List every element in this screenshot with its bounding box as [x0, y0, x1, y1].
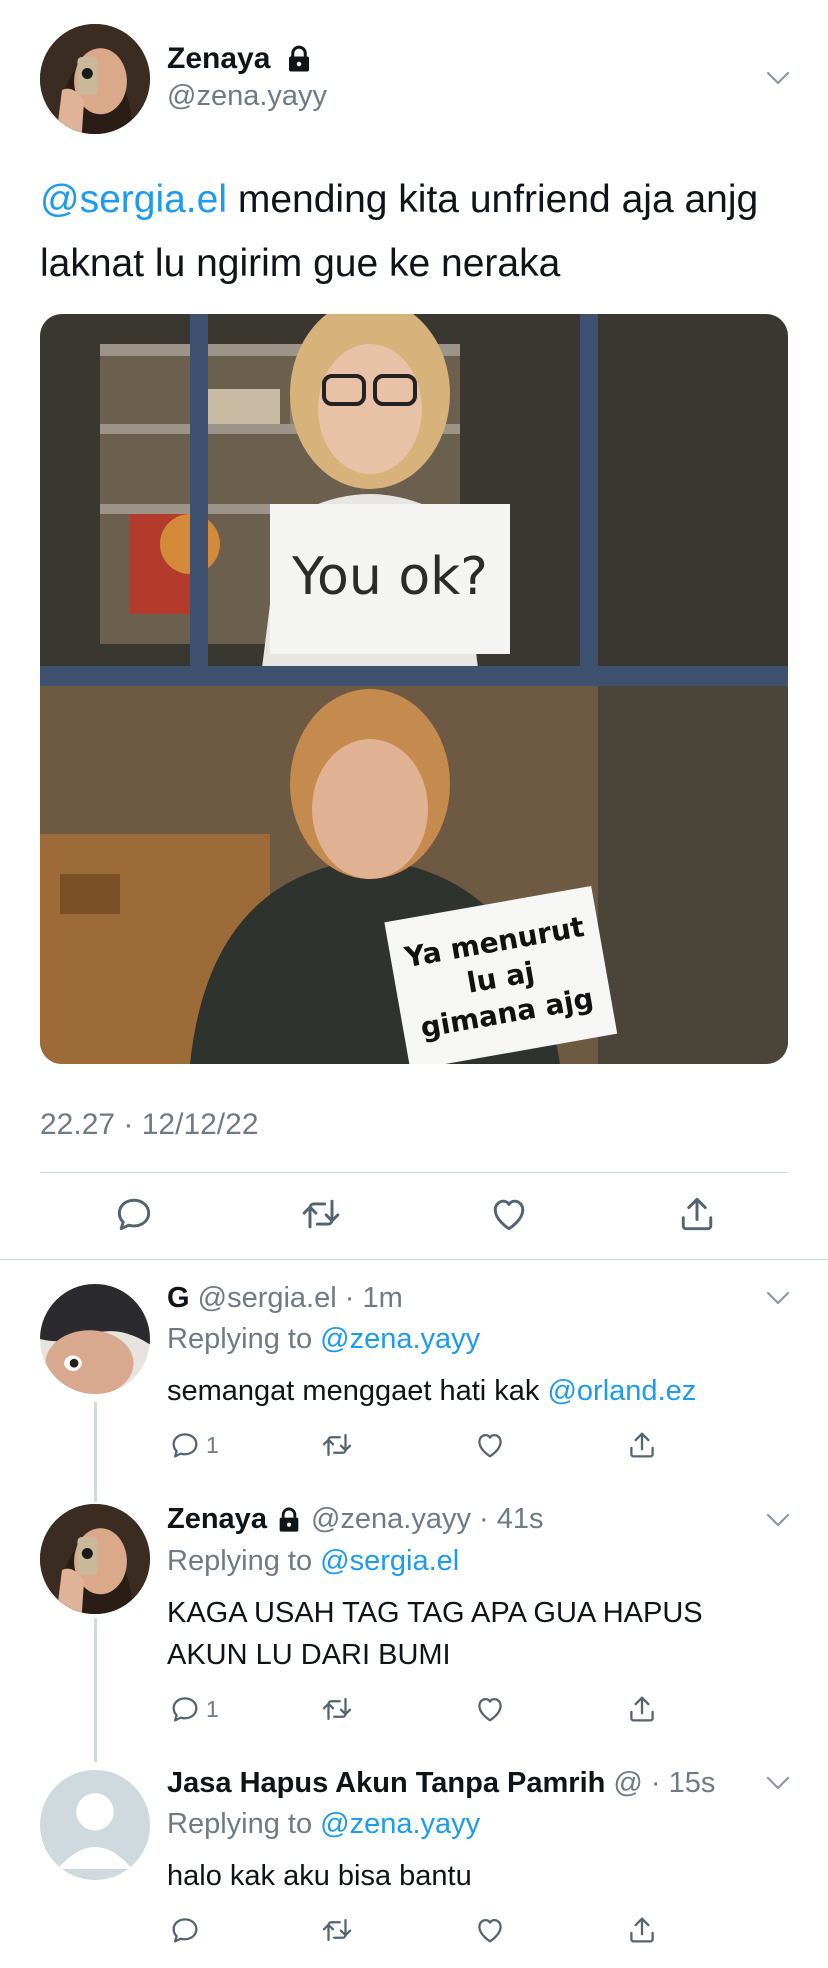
replying-to-link[interactable]: @zena.yayy: [320, 1808, 480, 1840]
reply-text: halo kak aku bisa bantu: [167, 1860, 472, 1892]
reply-text: KAGA USAH TAG TAG APA GUA HAPUS AKUN LU …: [167, 1597, 703, 1671]
like-icon[interactable]: [473, 1913, 507, 1947]
reply-author-handle[interactable]: @: [613, 1767, 642, 1799]
reply-time: · 41s: [470, 1503, 544, 1535]
reply-avatar[interactable]: [40, 1504, 150, 1614]
reply-count: 1: [206, 1431, 219, 1458]
lock-icon: [284, 44, 314, 74]
reply-meta: Zenaya @zena.yayy · 41s: [167, 1503, 544, 1536]
reply-text: semangat menggaet hati kak @orland.ez: [167, 1375, 697, 1407]
reply-author-handle[interactable]: @zena.yayy: [311, 1503, 471, 1535]
thread-line: [94, 1618, 97, 1762]
chevron-down-icon[interactable]: [765, 1775, 791, 1791]
reply-author-handle[interactable]: @sergia.el: [198, 1282, 337, 1314]
author-name[interactable]: Zenaya: [167, 42, 270, 76]
like-icon[interactable]: [487, 1192, 531, 1236]
retweet-icon[interactable]: [320, 1913, 354, 1947]
reply-meta: Jasa Hapus Akun Tanpa Pamrih @ · 15s: [167, 1767, 715, 1800]
reply-time: · 1m: [336, 1282, 403, 1314]
replying-to: Replying to @sergia.el: [167, 1545, 460, 1577]
tweet-timestamp: 22.27 · 12/12/22: [40, 1108, 259, 1141]
like-icon[interactable]: [473, 1692, 507, 1726]
reply-count: 1: [206, 1695, 219, 1722]
chevron-down-icon[interactable]: [765, 1290, 791, 1306]
replying-to: Replying to @zena.yayy: [167, 1323, 481, 1355]
reply-time: · 15s: [642, 1767, 716, 1799]
author-handle[interactable]: @zena.yayy: [167, 80, 327, 113]
reply-icon[interactable]: [112, 1192, 156, 1236]
share-icon[interactable]: [625, 1428, 659, 1462]
divider: [40, 1172, 788, 1173]
share-icon[interactable]: [625, 1692, 659, 1726]
like-icon[interactable]: [473, 1428, 507, 1462]
reply-meta: G @sergia.el · 1m: [167, 1282, 403, 1315]
retweet-icon[interactable]: [320, 1428, 354, 1462]
meme-top-sign: You ok?: [291, 547, 488, 607]
tweet-text: @sergia.el mending kita unfriend aja anj…: [40, 168, 790, 296]
divider: [0, 1259, 828, 1260]
reply-avatar[interactable]: [40, 1284, 150, 1394]
reply-icon[interactable]: 1: [168, 1692, 219, 1726]
replying-to: Replying to @zena.yayy: [167, 1808, 481, 1840]
chevron-down-icon[interactable]: [765, 70, 791, 86]
lock-icon: [275, 1506, 303, 1534]
replying-to-link[interactable]: @sergia.el: [320, 1545, 459, 1577]
reply-avatar[interactable]: [40, 1770, 150, 1880]
mention-link[interactable]: @orland.ez: [547, 1375, 696, 1407]
replying-to-link[interactable]: @zena.yayy: [320, 1323, 480, 1355]
chevron-down-icon[interactable]: [765, 1512, 791, 1528]
author-avatar[interactable]: [40, 24, 150, 134]
thread-line: [94, 1402, 97, 1502]
reply-author-name[interactable]: Jasa Hapus Akun Tanpa Pamrih: [167, 1767, 605, 1799]
reply-icon[interactable]: [168, 1913, 206, 1947]
share-icon[interactable]: [625, 1913, 659, 1947]
reply-author-name[interactable]: G: [167, 1282, 190, 1314]
tweet-media[interactable]: You ok? Ya menurut lu aj gimana ajg: [40, 314, 788, 1064]
share-icon[interactable]: [675, 1192, 719, 1236]
reply-icon[interactable]: 1: [168, 1428, 219, 1462]
retweet-icon[interactable]: [299, 1192, 343, 1236]
reply-author-name[interactable]: Zenaya: [167, 1503, 267, 1536]
mention-link[interactable]: @sergia.el: [40, 178, 227, 221]
retweet-icon[interactable]: [320, 1692, 354, 1726]
